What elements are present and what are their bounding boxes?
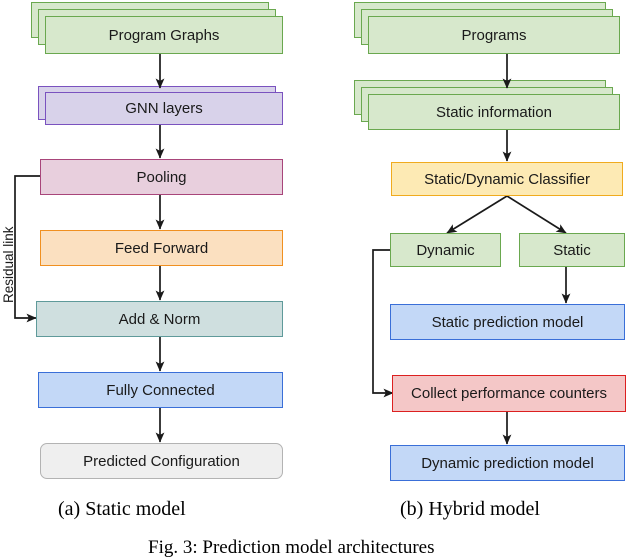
figure-caption: Fig. 3: Prediction model architectures (148, 537, 435, 558)
node-static-prediction-model[interactable]: Static prediction model (390, 304, 625, 340)
node-label: Static/Dynamic Classifier (424, 170, 590, 188)
node-dynamic[interactable]: Dynamic (390, 233, 501, 267)
node-label: Static prediction model (431, 313, 584, 331)
node-label: Programs (461, 26, 527, 44)
node-fully-connected[interactable]: Fully Connected (38, 372, 283, 408)
node-collect-performance-counters[interactable]: Collect performance counters (392, 375, 626, 412)
node-label: GNN layers (125, 100, 203, 117)
node-gnn-layers[interactable]: GNN layers (45, 92, 283, 125)
node-label: Program Graphs (108, 26, 220, 44)
node-program-graphs[interactable]: Program Graphs (45, 16, 283, 54)
node-static-information[interactable]: Static information (368, 94, 620, 130)
node-label: Predicted Configuration (83, 452, 240, 470)
edge-classifier-to-dynamic (446, 195, 508, 234)
node-pooling[interactable]: Pooling (40, 159, 283, 195)
node-label: Static (553, 241, 591, 259)
node-dynamic-prediction-model[interactable]: Dynamic prediction model (390, 445, 625, 481)
node-static[interactable]: Static (519, 233, 625, 267)
node-label: Collect performance counters (411, 385, 607, 402)
node-programs[interactable]: Programs (368, 16, 620, 54)
caption-static-model: (a) Static model (58, 498, 186, 520)
edge-residual-link (14, 175, 40, 323)
node-label: Dynamic prediction model (421, 454, 594, 472)
caption-hybrid-model: (b) Hybrid model (400, 498, 540, 520)
node-label: Add & Norm (118, 310, 201, 328)
figure-prediction-model-architectures: Program Graphs GNN layers Pooling Feed F… (0, 0, 626, 558)
node-label: Feed Forward (114, 239, 209, 257)
node-label: Fully Connected (106, 381, 215, 399)
node-label: Pooling (136, 168, 187, 186)
node-static-dynamic-classifier[interactable]: Static/Dynamic Classifier (391, 162, 623, 196)
node-label: Static information (436, 103, 552, 121)
edge-classifier-to-static (506, 195, 567, 234)
node-feed-forward[interactable]: Feed Forward (40, 230, 283, 266)
node-add-norm[interactable]: Add & Norm (36, 301, 283, 337)
node-label: Dynamic (416, 241, 475, 259)
residual-link-label: Residual link (1, 226, 16, 303)
node-predicted-configuration[interactable]: Predicted Configuration (40, 443, 283, 479)
